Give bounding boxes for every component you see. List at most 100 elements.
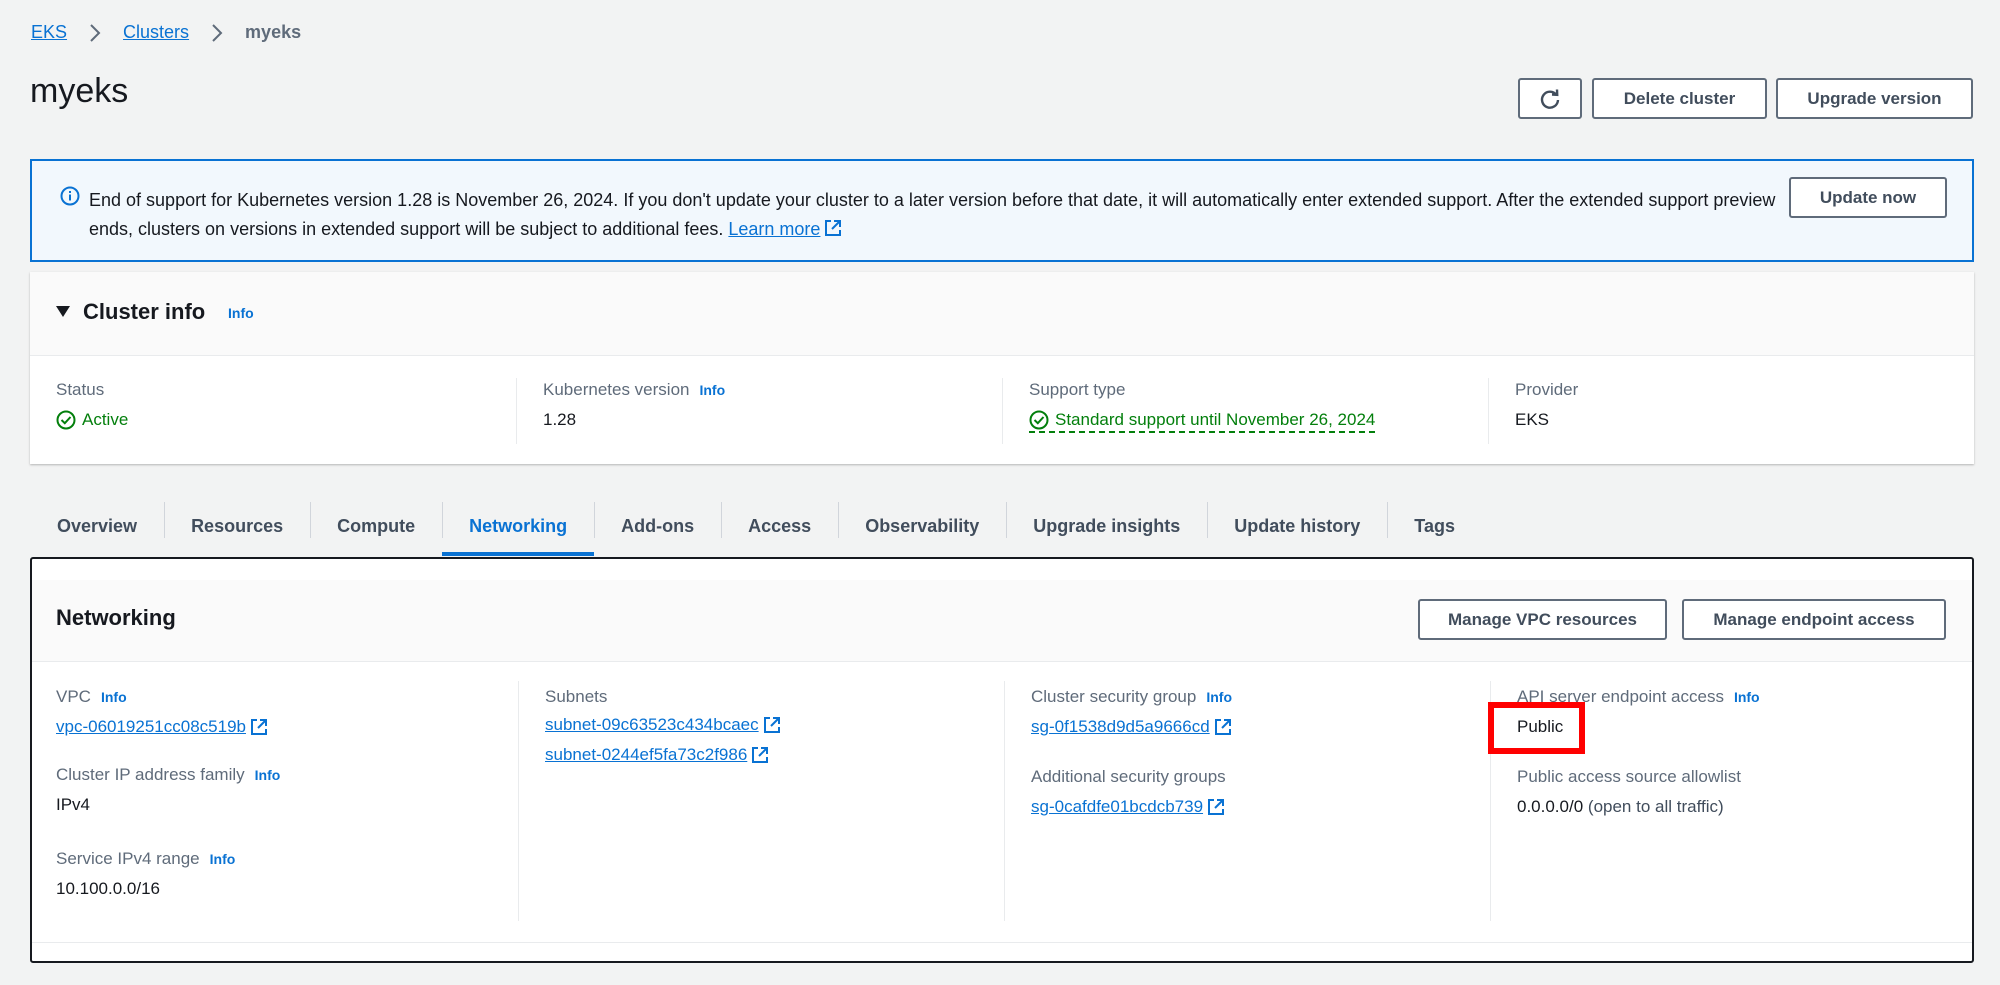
tab-overview[interactable]: Overview (30, 496, 164, 556)
service-range-value: 10.100.0.0/16 (56, 879, 160, 898)
status-label: Status (56, 380, 105, 399)
breadcrumb-eks[interactable]: EKS (31, 22, 67, 43)
support-type-text: Standard support until November 26, 2024 (1055, 410, 1376, 429)
vpc-value: vpc-06019251cc08c519b (56, 717, 496, 737)
service-range-label: Service IPv4 range Info (56, 849, 496, 869)
external-link-icon (752, 747, 769, 763)
info-circle-icon (60, 186, 80, 206)
external-link-icon (1208, 799, 1225, 815)
tab-update-history[interactable]: Update history (1207, 496, 1387, 556)
vpc-column: VPC Info vpc-06019251cc08c519b Cluster I… (56, 687, 496, 899)
allowlist-label: Public access source allowlist (1517, 767, 1741, 786)
additional-sg-label: Additional security groups (1031, 767, 1226, 786)
subnets-column: Subnets subnet-09c63523c434bcaec subnet-… (518, 681, 1004, 921)
subnets-label: Subnets (545, 687, 608, 706)
support-type-label: Support type (1029, 380, 1126, 399)
tab-bar: Overview Resources Compute Networking Ad… (30, 496, 1482, 556)
cluster-sg-label-text: Cluster security group (1031, 687, 1197, 706)
ip-family-info-link[interactable]: Info (255, 767, 281, 783)
manage-endpoint-access-button[interactable]: Manage endpoint access (1682, 599, 1946, 640)
vpc-info-link[interactable]: Info (101, 689, 127, 705)
k8s-version-field: Kubernetes version Info 1.28 (516, 378, 1002, 444)
cluster-sg-link[interactable]: sg-0f1538d9d5a9666cd (1031, 717, 1210, 737)
tab-observability[interactable]: Observability (838, 496, 1006, 556)
check-circle-icon (1029, 410, 1049, 430)
additional-sg-value: sg-0cafdfe01bcdcb739 (1031, 797, 1490, 817)
networking-title: Networking (56, 605, 176, 630)
status-field: Status Active (56, 380, 496, 430)
cluster-info-header[interactable]: Cluster info Info (30, 272, 1974, 356)
allowlist-note: (open to all traffic) (1587, 797, 1724, 816)
ip-family-label: Cluster IP address family Info (56, 765, 496, 785)
manage-vpc-resources-button[interactable]: Manage VPC resources (1418, 599, 1667, 640)
tab-access[interactable]: Access (721, 496, 838, 556)
networking-panel: Networking Manage VPC resources Manage e… (30, 557, 1974, 963)
networking-header: Networking Manage VPC resources Manage e… (32, 580, 1972, 662)
check-circle-icon (56, 410, 76, 430)
breadcrumb: EKS Clusters myeks (31, 22, 301, 43)
status-value: Active (56, 410, 496, 430)
vpc-link[interactable]: vpc-06019251cc08c519b (56, 717, 246, 737)
subnet-item: subnet-0244ef5fa73c2f986 (545, 745, 1004, 765)
chevron-right-icon (207, 23, 227, 43)
delete-cluster-button[interactable]: Delete cluster (1592, 78, 1767, 119)
upgrade-version-button[interactable]: Upgrade version (1776, 78, 1973, 119)
page-title: myeks (30, 72, 129, 110)
alert-message: End of support for Kubernetes version 1.… (89, 186, 1789, 244)
tab-compute[interactable]: Compute (310, 496, 442, 556)
subnet-link[interactable]: subnet-0244ef5fa73c2f986 (545, 745, 747, 765)
api-endpoint-value: Public (1517, 717, 1564, 736)
networking-footer-divider (32, 942, 1972, 943)
provider-value: EKS (1515, 410, 1550, 429)
external-link-icon (1214, 719, 1231, 735)
update-now-button[interactable]: Update now (1789, 177, 1947, 218)
support-alert: End of support for Kubernetes version 1.… (30, 159, 1974, 262)
k8s-version-label-text: Kubernetes version (543, 380, 690, 399)
refresh-icon (1540, 88, 1560, 109)
service-range-info-link[interactable]: Info (210, 851, 236, 867)
cluster-info-panel: Cluster info Info Status Active Kubernet… (30, 272, 1974, 464)
support-type-popover[interactable]: Standard support until November 26, 2024 (1029, 410, 1376, 433)
security-groups-column: Cluster security group Info sg-0f1538d9d… (1004, 681, 1490, 921)
k8s-version-label: Kubernetes version Info (543, 380, 1002, 400)
allowlist-value: 0.0.0.0/0 (open to all traffic) (1517, 797, 1974, 817)
api-endpoint-info-link[interactable]: Info (1734, 689, 1760, 705)
tab-networking[interactable]: Networking (442, 496, 595, 556)
learn-more-link[interactable]: Learn more (728, 219, 820, 239)
ip-family-value: IPv4 (56, 795, 91, 814)
k8s-version-info-link[interactable]: Info (699, 382, 725, 398)
api-endpoint-label: API server endpoint access Info (1517, 687, 1974, 707)
status-text: Active (82, 410, 129, 429)
cluster-sg-info-link[interactable]: Info (1206, 689, 1232, 705)
support-type-value[interactable]: Standard support until November 26, 2024 (1029, 410, 1488, 433)
breadcrumb-clusters[interactable]: Clusters (123, 22, 189, 43)
external-link-icon (763, 717, 780, 733)
k8s-version-value: 1.28 (543, 410, 577, 429)
service-range-label-text: Service IPv4 range (56, 849, 200, 868)
chevron-right-icon (85, 23, 105, 43)
caret-down-icon[interactable] (56, 306, 70, 317)
cluster-sg-value: sg-0f1538d9d5a9666cd (1031, 717, 1490, 737)
refresh-button[interactable] (1518, 78, 1582, 119)
tab-resources[interactable]: Resources (164, 496, 310, 556)
cluster-info-title: Cluster info (83, 299, 206, 324)
subnet-item: subnet-09c63523c434bcaec (545, 715, 1004, 735)
alert-text: End of support for Kubernetes version 1.… (89, 190, 1776, 239)
provider-field: Provider EKS (1488, 378, 1974, 444)
external-link-icon (250, 719, 267, 735)
allowlist-cidr: 0.0.0.0/0 (1517, 797, 1584, 816)
tab-add-ons[interactable]: Add-ons (594, 496, 721, 556)
tab-tags[interactable]: Tags (1387, 496, 1482, 556)
ip-family-label-text: Cluster IP address family (56, 765, 245, 784)
support-type-field: Support type Standard support until Nove… (1002, 378, 1488, 444)
highlight-box (1488, 702, 1585, 754)
cluster-sg-label: Cluster security group Info (1031, 687, 1490, 707)
cluster-info-info-link[interactable]: Info (228, 305, 254, 321)
subnet-link[interactable]: subnet-09c63523c434bcaec (545, 715, 759, 735)
tab-upgrade-insights[interactable]: Upgrade insights (1006, 496, 1207, 556)
provider-label: Provider (1515, 380, 1579, 399)
vpc-label-text: VPC (56, 687, 91, 706)
external-link-icon (825, 220, 842, 236)
breadcrumb-current: myeks (245, 22, 302, 42)
additional-sg-link[interactable]: sg-0cafdfe01bcdcb739 (1031, 797, 1203, 817)
